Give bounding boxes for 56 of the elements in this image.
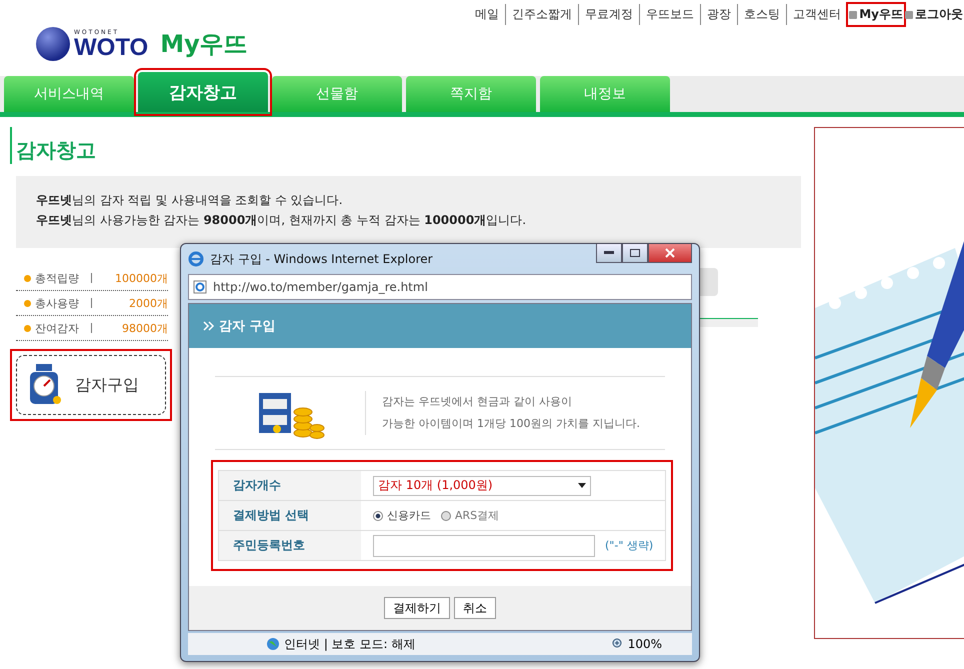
security-zone-text: 인터넷 | 보호 모드: 해제	[284, 636, 416, 652]
form-label: 주민등록번호	[219, 531, 361, 560]
page-icon	[193, 280, 207, 294]
intro-text: 가능한 아이템이며 1개당 100원의 가치를 지닙니다.	[382, 416, 640, 432]
top-link[interactable]: 우뜨보드	[640, 4, 702, 25]
quantity-dropdown[interactable]: 감자 10개 (1,000원)	[373, 476, 591, 496]
top-link[interactable]: 메일	[469, 4, 506, 25]
zoom-icon	[612, 638, 624, 650]
window-title: 감자 구입 - Windows Internet Explorer	[210, 250, 434, 268]
zoom-level[interactable]: 100%	[628, 637, 662, 651]
caret-icon	[578, 483, 586, 488]
stat-label: 총사용량	[35, 296, 80, 310]
maximize-button[interactable]	[622, 244, 648, 263]
top-link[interactable]: 무료계정	[579, 4, 640, 25]
globe-icon	[266, 637, 280, 651]
stat-value: 2000개	[129, 296, 168, 310]
scale-icon	[27, 364, 61, 406]
bullet-icon	[24, 300, 31, 306]
top-link[interactable]: 호스팅	[738, 4, 788, 25]
form-label: 결제방법 선택	[219, 501, 361, 530]
stat-value: 98000개	[122, 320, 168, 336]
bullet-icon	[24, 274, 31, 282]
form-button[interactable]: 취소	[454, 597, 496, 619]
stat-label: 잔여감자	[35, 320, 80, 336]
bullet-icon	[849, 10, 858, 18]
top-link[interactable]: 긴주소짧게	[506, 4, 580, 25]
browser-icon	[188, 251, 204, 267]
info-text: 우뜨넷님의 감자 적립 및 사용내역을 조회할 수 있습니다.	[36, 192, 344, 209]
close-icon	[665, 248, 675, 258]
page-title: 감자창고	[10, 127, 96, 164]
site-title: My우뜨	[160, 29, 248, 60]
top-link[interactable]: 광장	[701, 4, 738, 25]
top-link[interactable]: My우뜨	[848, 4, 904, 25]
minimize-icon	[604, 251, 614, 255]
buy-button[interactable]: 감자구입	[16, 355, 166, 415]
popup-heading: 감자 구입	[219, 318, 276, 335]
top-link[interactable]: 고객센터	[787, 4, 848, 25]
close-button[interactable]	[648, 244, 692, 263]
form-button[interactable]: 결제하기	[384, 597, 450, 619]
stat-label: 총적립량	[35, 270, 80, 286]
form-label: 감자개수	[219, 471, 361, 500]
info-text: 우뜨넷님의 사용가능한 감자는 98000개이며, 현재까지 총 누적 감자는 100000개입니다.	[36, 212, 528, 229]
bullet-icon	[24, 324, 31, 332]
address-field[interactable]: http://wo.to/member/gamja_re.html	[188, 274, 692, 300]
field-note: ("-" 생략)	[605, 538, 654, 553]
url-text: http://wo.to/member/gamja_re.html	[213, 280, 428, 294]
bullet-icon	[905, 10, 913, 18]
radio-option[interactable]: 신용카드	[373, 508, 431, 523]
id-number-field[interactable]	[373, 534, 595, 556]
radio-option[interactable]: ARS결제	[441, 508, 500, 523]
top-link[interactable]: 로그아웃	[904, 4, 964, 25]
intro-text: 감자는 우뜨넷에서 현금과 같이 사용이	[382, 394, 573, 410]
double-chevron-icon	[203, 321, 215, 331]
stat-value: 100000개	[115, 270, 168, 286]
maximize-icon	[630, 249, 640, 257]
minimize-button[interactable]	[596, 244, 622, 263]
